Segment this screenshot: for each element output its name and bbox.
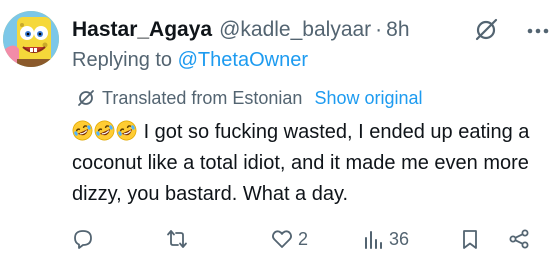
translated-label: Translated from Estonian (102, 87, 303, 108)
tweet-header: Hastar_Agaya @kadle_balyaar · 8h (72, 14, 410, 46)
retweet-icon (167, 230, 187, 248)
like-button[interactable]: 2 (271, 228, 308, 250)
views-chart-icon (365, 231, 382, 249)
replying-to-prefix: Replying to (72, 49, 178, 71)
bookmark-button[interactable] (459, 228, 481, 250)
separator-dot: · (375, 18, 383, 41)
timestamp[interactable]: 8h (386, 18, 409, 42)
retweet-button[interactable] (166, 228, 188, 250)
avatar[interactable] (3, 11, 59, 67)
share-button[interactable] (508, 228, 530, 250)
avatar-image (3, 11, 59, 67)
more-options-icon[interactable] (524, 17, 552, 45)
reply-icon (74, 230, 92, 249)
views-count: 36 (389, 228, 410, 249)
translation-bar: Translated from Estonian Show original (76, 86, 423, 110)
rofl-emoji-icon (94, 120, 115, 141)
rofl-emoji-icon (116, 120, 137, 141)
translate-icon (78, 90, 94, 106)
show-original-link[interactable]: Show original (314, 88, 422, 109)
like-count: 2 (298, 228, 309, 249)
replying-to: Replying to @ThetaOwner (72, 49, 308, 72)
action-bar: 2 36 (72, 228, 552, 256)
reply-button[interactable] (72, 228, 94, 250)
share-icon (509, 229, 529, 249)
user-handle[interactable]: @kadle_balyaar (219, 18, 371, 42)
tweet-text: I got so fucking wasted, I ended up eati… (72, 121, 530, 205)
reply-mention-link[interactable]: @ThetaOwner (178, 49, 308, 71)
grok-icon[interactable] (473, 17, 499, 43)
display-name[interactable]: Hastar_Agaya (72, 18, 212, 42)
rofl-emoji-icon (72, 120, 93, 141)
views-button[interactable]: 36 (362, 228, 409, 250)
tweet-card: Hastar_Agaya @kadle_balyaar · 8h Replyin… (0, 0, 560, 251)
tweet-body: I got so fucking wasted, I ended up eati… (72, 117, 542, 210)
heart-icon (272, 230, 292, 248)
bookmark-icon (463, 230, 477, 249)
